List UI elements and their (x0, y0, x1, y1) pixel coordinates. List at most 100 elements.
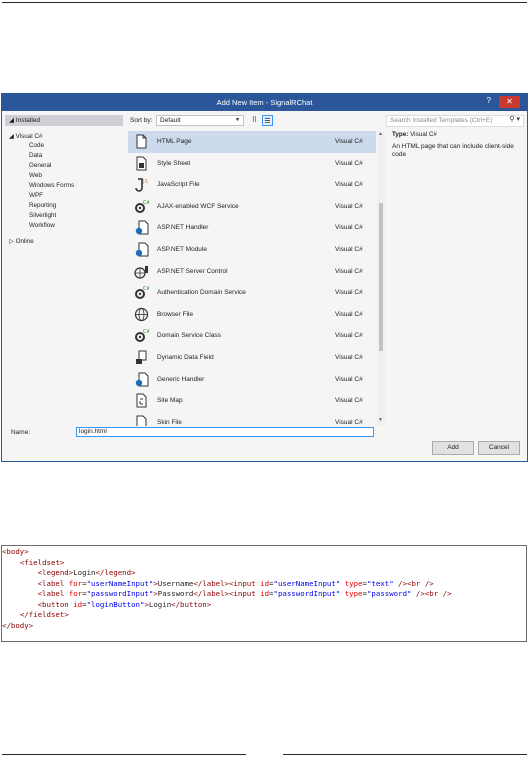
list-item[interactable]: Dynamic Data Field Visual C# (128, 347, 376, 369)
tree-item-general[interactable]: General (29, 162, 51, 169)
list-item[interactable]: HTML Page Visual C# (128, 131, 376, 153)
template-language: Visual C# (335, 159, 363, 167)
template-language: Visual C# (335, 267, 363, 275)
template-language: Visual C# (335, 138, 363, 145)
template-list: HTML Page Visual C# Style Sheet Visual C… (128, 131, 376, 426)
visual-csharp-node[interactable]: ◢ Visual C# (9, 133, 42, 140)
template-language: Visual C# (335, 375, 363, 383)
dialog-footer: Name: login.html Add Cancel (2, 427, 527, 461)
scrollbar-thumb[interactable] (379, 203, 383, 351)
aspnet-module-icon (135, 242, 149, 257)
scroll-up-icon[interactable]: ▲ (378, 131, 383, 137)
tree-item-silverlight[interactable]: Silverlight (29, 212, 56, 219)
template-language: Visual C# (335, 202, 363, 210)
list-view-icon[interactable]: ☰ (262, 115, 273, 126)
code-line: <fieldset> (19, 557, 65, 567)
installed-node[interactable]: ◢ Installed (5, 115, 123, 126)
search-icon[interactable]: ⚲ ▾ (509, 115, 520, 125)
code-line: <body> (2, 547, 29, 556)
list-item[interactable]: Site Map Visual C# (128, 390, 376, 412)
footnote-rule-left (2, 754, 246, 755)
template-language: Visual C# (335, 397, 363, 405)
sort-value: Default (160, 117, 181, 124)
cancel-button[interactable]: Cancel (478, 441, 520, 455)
scroll-down-icon[interactable]: ▼ (378, 417, 383, 423)
javascript-file-icon: JS (135, 178, 148, 192)
template-name: Browser File (157, 310, 194, 318)
list-item[interactable]: Generic Handler Visual C# (128, 369, 376, 391)
title-bar[interactable]: Add New Item - SignalRChat ? ✕ (2, 94, 527, 111)
domain-service-class-icon: C# (135, 329, 149, 343)
dialog-title: Add New Item - SignalRChat (216, 98, 313, 107)
visual-csharp-label: Visual C# (15, 133, 43, 140)
code-line: <label for="passwordInput">Password</lab… (37, 589, 452, 598)
code-password-for: "passwordInput" (86, 589, 154, 598)
sort-toolbar: Sort by: Default ▼ ⠿ ☰ (128, 115, 382, 127)
tree-item-workflow[interactable]: Workflow (29, 222, 55, 229)
template-type: Type: Visual C# (392, 131, 522, 138)
code-username-id: "userNameInput" (273, 578, 341, 588)
help-button[interactable]: ? (487, 96, 491, 105)
domain-service-icon: C# (135, 286, 149, 300)
aspnet-handler-icon (135, 220, 149, 235)
close-button[interactable]: ✕ (499, 96, 520, 108)
template-list-scrollbar[interactable]: ▲ ▼ (377, 131, 385, 426)
tree-item-wpf[interactable]: WPF (29, 192, 43, 199)
sort-dropdown[interactable]: Default ▼ (156, 115, 244, 126)
template-name: Domain Service Class (157, 332, 221, 340)
template-language: Visual C# (335, 289, 363, 297)
code-fieldset-close: fieldset (28, 610, 65, 619)
add-new-item-dialog: Add New Item - SignalRChat ? ✕ ◢ Install… (1, 93, 528, 462)
template-name: Generic Handler (157, 375, 205, 383)
template-name: Dynamic Data Field (157, 354, 214, 361)
code-password-text: Password (157, 589, 194, 598)
add-button[interactable]: Add (432, 441, 474, 455)
template-name: ASP.NET Server Control (157, 267, 228, 275)
style-sheet-icon (136, 156, 147, 171)
grid-view-icon[interactable]: ⠿ (249, 115, 260, 126)
tree-item-data[interactable]: Data (29, 152, 42, 159)
list-item[interactable]: Browser File Visual C# (128, 304, 376, 326)
template-language: Visual C# (335, 354, 363, 361)
tree-item-web[interactable]: Web (29, 172, 42, 179)
sort-label: Sort by: (130, 117, 153, 124)
installed-label: Installed (15, 117, 41, 124)
name-label: Name: (11, 429, 31, 436)
code-listing: <body> <fieldset> <legend>Login</legend>… (1, 545, 527, 642)
template-name: ASP.NET Module (157, 246, 207, 253)
code-line: <button id="loginButton">Login</button> (37, 599, 212, 609)
list-item[interactable]: JS JavaScript File Visual C# (128, 174, 376, 196)
top-rule (2, 2, 527, 3)
wcf-service-icon: C# (135, 200, 149, 213)
tree-item-windows-forms[interactable]: Windows Forms (29, 182, 74, 189)
online-node[interactable]: ▷ Online (9, 238, 34, 245)
svg-text:C#: C# (143, 286, 149, 292)
template-language: Visual C# (335, 310, 363, 318)
list-item[interactable]: C# Authentication Domain Service Visual … (128, 282, 376, 304)
code-line: <label for="userNameInput">Username</lab… (37, 578, 434, 588)
template-language: Visual C# (335, 181, 363, 189)
template-description: An HTML page that can include client-sid… (392, 143, 514, 158)
tree-item-code[interactable]: Code (29, 142, 44, 149)
list-item[interactable]: Style Sheet Visual C# (128, 153, 376, 175)
list-item[interactable]: ASP.NET Server Control Visual C# (128, 261, 376, 283)
code-line: </body> (2, 620, 34, 630)
code-password-type: "password" (366, 589, 412, 598)
list-item[interactable]: C# Domain Service Class Visual C# (128, 325, 376, 347)
list-item[interactable]: ASP.NET Handler Visual C# (128, 217, 376, 239)
svg-text:C#: C# (143, 329, 149, 335)
template-name: Site Map (157, 397, 183, 405)
code-body-open: body> (6, 547, 29, 556)
template-language: Visual C# (335, 332, 363, 340)
dynamic-data-field-icon (136, 350, 147, 364)
template-language: Visual C# (335, 418, 363, 426)
code-line: <legend>Login</legend> (37, 568, 136, 577)
search-input[interactable]: Search Installed Templates (Ctrl+E) ⚲ ▾ (386, 115, 524, 127)
list-item[interactable]: Skin File Visual C# (128, 412, 376, 426)
list-item[interactable]: ASP.NET Module Visual C# (128, 239, 376, 261)
list-item[interactable]: C# AJAX-enabled WCF Service Visual C# (128, 196, 376, 218)
svg-text:JS: JS (142, 179, 148, 185)
footnote-rule-right (283, 754, 527, 755)
tree-item-reporting[interactable]: Reporting (29, 202, 56, 209)
name-input[interactable]: login.html (76, 427, 374, 437)
